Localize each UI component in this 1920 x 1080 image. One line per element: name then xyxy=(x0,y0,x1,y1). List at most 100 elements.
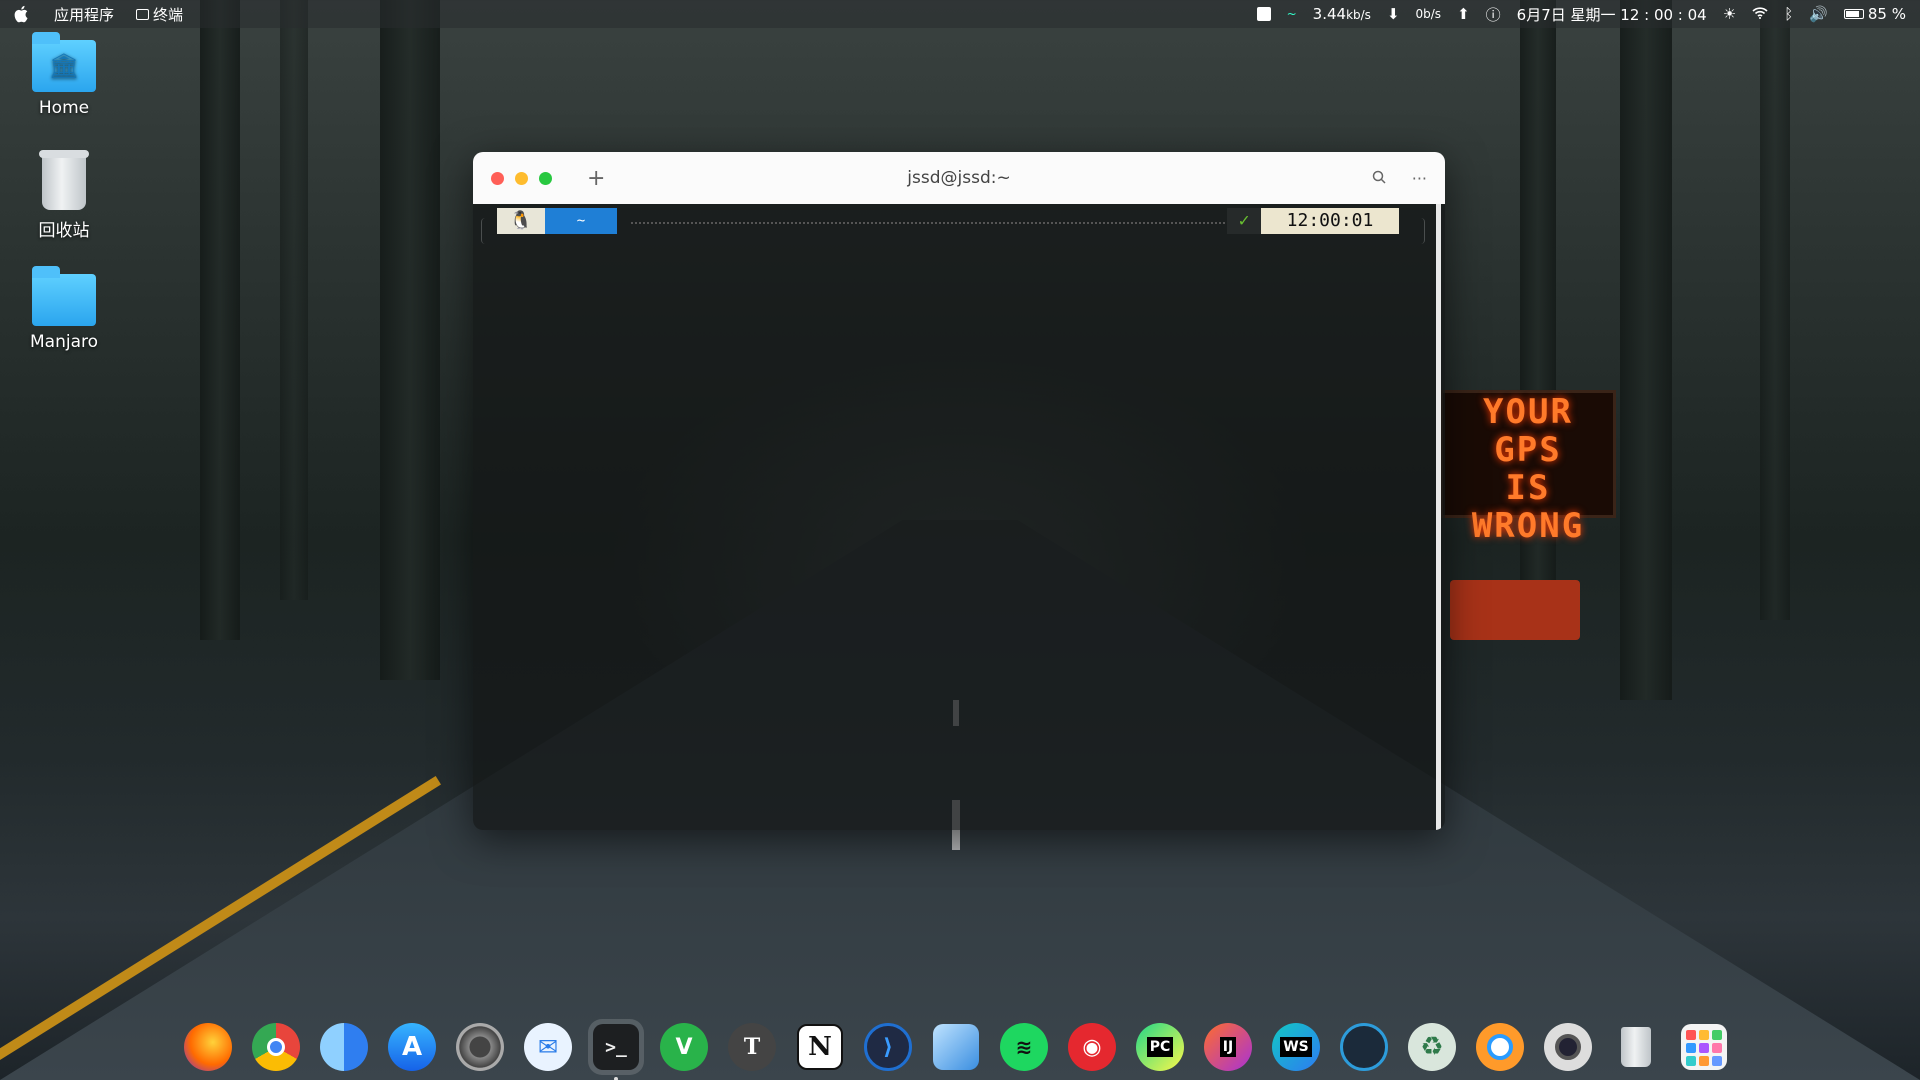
minimize-button[interactable] xyxy=(515,171,528,185)
tree xyxy=(200,0,240,640)
pycharm-icon: PC xyxy=(1136,1023,1184,1071)
battery-icon xyxy=(1843,9,1864,19)
tree xyxy=(1620,0,1672,700)
desktop-icon-trash[interactable]: 回收站 xyxy=(20,150,108,241)
dock-launchpad[interactable] xyxy=(1676,1019,1732,1075)
launchpad-icon xyxy=(1681,1024,1727,1070)
tree xyxy=(380,0,440,680)
desktop-icon-label: 回收站 xyxy=(38,221,90,241)
vscode-icon: ⟩ xyxy=(864,1023,912,1071)
prompt-time-segment: 12:00:01 xyxy=(1261,208,1399,234)
dock-pycharm[interactable]: PC xyxy=(1132,1019,1188,1075)
folder-icon xyxy=(32,266,96,326)
webstorm-label: WS xyxy=(1280,1037,1312,1057)
maximize-button[interactable] xyxy=(539,171,552,185)
dock-mail[interactable]: ✉ xyxy=(520,1019,576,1075)
accessibility-icon[interactable]: ⓘ xyxy=(1486,4,1501,25)
dock-firefox[interactable] xyxy=(180,1019,236,1075)
prompt-line: 🐧 ~ ✓ 12:00:01 xyxy=(481,208,1425,244)
desktop-icon-label: Home xyxy=(38,98,90,118)
browser-circle-icon xyxy=(1476,1023,1524,1071)
prompt-dir-segment: ~ xyxy=(545,208,617,234)
dock-intellij[interactable]: IJ xyxy=(1200,1019,1256,1075)
tree xyxy=(1760,0,1790,620)
firefox-icon xyxy=(184,1023,232,1071)
wave-icon: ~ xyxy=(1286,7,1297,21)
prompt-os-segment: 🐧 xyxy=(497,208,545,234)
sign-line: YOUR GPS xyxy=(1483,392,1573,470)
dock-vim[interactable]: V xyxy=(656,1019,712,1075)
bluetooth-icon[interactable]: ᛒ xyxy=(1784,5,1793,23)
titlebar-actions: ··· xyxy=(1372,169,1427,188)
menu-terminal-label: 终端 xyxy=(153,5,184,24)
dock-spotify[interactable]: ≋ xyxy=(996,1019,1052,1075)
tree xyxy=(280,0,308,600)
more-icon[interactable]: ··· xyxy=(1412,169,1427,188)
close-button[interactable] xyxy=(491,171,504,185)
mail-icon: ✉ xyxy=(524,1023,572,1071)
menu-apps[interactable]: 应用程序 xyxy=(54,4,114,25)
terminal-window[interactable]: + jssd@jssd:~ ··· 🐧 ~ ✓ 12:00:01 xyxy=(473,152,1445,830)
net-down-unit: kb/s xyxy=(1346,8,1371,22)
dock-recycle[interactable]: ♻ xyxy=(1404,1019,1460,1075)
vim-icon: V xyxy=(660,1023,708,1071)
dock-notion[interactable]: N xyxy=(792,1019,848,1075)
terminal-body[interactable]: 🐧 ~ ✓ 12:00:01 xyxy=(473,204,1445,830)
scrollbar[interactable] xyxy=(1436,204,1441,830)
dock-settings[interactable] xyxy=(452,1019,508,1075)
dock-finder[interactable] xyxy=(316,1019,372,1075)
battery-percent: 85 % xyxy=(1867,5,1906,23)
intellij-icon: IJ xyxy=(1204,1023,1252,1071)
notion-label: N xyxy=(808,1032,832,1062)
netease-music-icon: ◉ xyxy=(1068,1023,1116,1071)
dock-vscode[interactable]: ⟩ xyxy=(860,1019,916,1075)
recycle-icon: ♻ xyxy=(1408,1023,1456,1071)
command-key-icon[interactable] xyxy=(1256,7,1271,21)
brightness-icon[interactable]: ☀ xyxy=(1723,5,1736,23)
dock-netease-music[interactable]: ◉ xyxy=(1064,1019,1120,1075)
new-tab-button[interactable]: + xyxy=(587,166,605,191)
dock-system-monitor[interactable] xyxy=(1336,1019,1392,1075)
titlebar[interactable]: + jssd@jssd:~ ··· xyxy=(473,152,1445,204)
chrome-icon xyxy=(252,1023,300,1071)
typora-icon: T xyxy=(728,1023,776,1071)
notion-icon: N xyxy=(797,1024,843,1070)
wifi-icon[interactable] xyxy=(1752,5,1768,23)
sign-trailer xyxy=(1450,580,1580,640)
gauge-icon xyxy=(1340,1023,1388,1071)
spotify-icon: ≋ xyxy=(1000,1023,1048,1071)
menu-terminal[interactable]: 终端 xyxy=(136,4,183,25)
finder-icon xyxy=(320,1023,368,1071)
gear-icon xyxy=(456,1023,504,1071)
prompt-filler xyxy=(631,222,1225,224)
sign-line: IS xyxy=(1505,468,1551,508)
camera-icon xyxy=(1544,1023,1592,1071)
app-store-icon: A xyxy=(388,1023,436,1071)
dock: A ✉ >_ V T N ⟩ ≋ ◉ PC IJ WS ♻ xyxy=(180,1016,1732,1080)
dock-webstorm[interactable]: WS xyxy=(1268,1019,1324,1075)
dock-app-store[interactable]: A xyxy=(384,1019,440,1075)
clock[interactable]: 6月7日 星期一 12 : 00 : 04 xyxy=(1517,4,1707,25)
dock-trash[interactable] xyxy=(1608,1019,1664,1075)
desktop-icon-manjaro[interactable]: Manjaro xyxy=(20,266,108,352)
download-icon: ⬇ xyxy=(1386,5,1400,23)
typora-label: T xyxy=(743,1034,761,1060)
dock-terminal[interactable]: >_ xyxy=(588,1019,644,1080)
apple-logo-icon[interactable] xyxy=(14,5,32,23)
sign-line: WRONG xyxy=(1471,506,1585,546)
prompt-status-segment: ✓ xyxy=(1227,208,1261,234)
battery[interactable]: 85 % xyxy=(1843,5,1906,23)
net-down: 3.44kb/s xyxy=(1313,5,1371,23)
trash-icon xyxy=(1621,1027,1651,1067)
desktop-icon-home[interactable]: 🏛 Home xyxy=(20,32,108,118)
search-icon[interactable] xyxy=(1372,169,1386,188)
dock-browser-circle[interactable] xyxy=(1472,1019,1528,1075)
window-title: jssd@jssd:~ xyxy=(907,168,1011,188)
dock-camera[interactable] xyxy=(1540,1019,1596,1075)
status-area: ~ 3.44kb/s ⬇ 0b/s ⬆ ⓘ 6月7日 星期一 12 : 00 :… xyxy=(1256,4,1906,25)
draw-icon xyxy=(933,1024,979,1070)
dock-draw[interactable] xyxy=(928,1019,984,1075)
dock-chrome[interactable] xyxy=(248,1019,304,1075)
volume-icon[interactable]: 🔊 xyxy=(1809,5,1828,23)
dock-typora[interactable]: T xyxy=(724,1019,780,1075)
